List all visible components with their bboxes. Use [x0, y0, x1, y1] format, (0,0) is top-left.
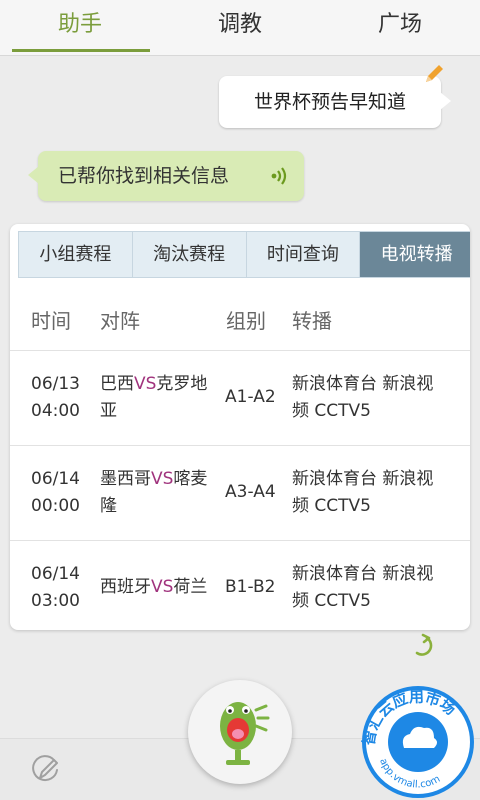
row-date: 06/13 [31, 374, 80, 394]
pencil-icon[interactable] [422, 62, 446, 86]
assistant-reply-bubble: 已帮你找到相关信息 [28, 151, 304, 201]
row-time: 00:00 [31, 496, 80, 516]
row-date: 06/14 [31, 469, 80, 489]
voice-input-button[interactable] [188, 680, 292, 784]
table-row[interactable]: 06/14 03:00 西班牙VS荷兰 B1-B2 新浪体育台 新浪视 频 CC… [10, 540, 470, 630]
team-away: 喀麦 [173, 469, 208, 489]
subtab-tv-broadcast[interactable]: 电视转播 [360, 232, 470, 277]
top-tab-bar: 助手 调教 广场 [0, 0, 480, 56]
app-market-watermark: 智汇云应用市场 app.vmall.com [360, 686, 474, 798]
header-broadcast: 转播 [292, 309, 332, 333]
team-away-cont: 亚 [100, 401, 117, 421]
mic-icon [220, 702, 270, 765]
header-group: 组别 [226, 309, 266, 333]
topbar-divider [0, 55, 480, 56]
edit-icon[interactable] [30, 754, 62, 786]
row-time: 04:00 [31, 401, 80, 421]
table-row[interactable]: 06/13 04:00 巴西VS克罗地 亚 A1-A2 新浪体育台 新浪视 频 … [10, 350, 470, 445]
team-home: 西班牙 [100, 577, 151, 597]
row-match: 巴西VS克罗地 亚 [100, 371, 220, 425]
broadcast-line2: 频 CCTV5 [292, 401, 371, 421]
team-away: 荷兰 [173, 577, 208, 597]
row-date-time: 06/14 00:00 [31, 466, 80, 520]
row-broadcast: 新浪体育台 新浪视 频 CCTV5 [292, 561, 462, 615]
broadcast-line1: 新浪体育台 新浪视 [292, 469, 434, 489]
broadcast-line1: 新浪体育台 新浪视 [292, 374, 434, 394]
row-group: B1-B2 [225, 577, 276, 597]
vs-label: VS [151, 577, 174, 597]
row-group: A1-A2 [225, 387, 276, 407]
subtab-knockout-schedule[interactable]: 淘汰赛程 [132, 232, 247, 277]
row-group: A3-A4 [225, 482, 276, 502]
row-date: 06/14 [31, 564, 80, 584]
reply-text: 已帮你找到相关信息 [58, 165, 230, 187]
table-row[interactable]: 06/14 00:00 墨西哥VS喀麦 隆 A3-A4 新浪体育台 新浪视 频 … [10, 445, 470, 540]
result-card: 小组赛程 淘汰赛程 时间查询 电视转播 时间 对阵 组别 转播 06/13 04… [10, 224, 470, 630]
row-date-time: 06/14 03:00 [31, 561, 80, 615]
team-home: 墨西哥 [100, 469, 151, 489]
broadcast-line2: 频 CCTV5 [292, 496, 371, 516]
user-query-bubble[interactable]: 世界杯预告早知道 [219, 76, 451, 128]
team-away: 克罗地 [156, 374, 208, 394]
tab-training[interactable]: 调教 [160, 0, 320, 56]
row-match: 西班牙VS荷兰 [100, 574, 220, 601]
table-header: 时间 对阵 组别 转播 [10, 292, 470, 350]
row-match: 墨西哥VS喀麦 隆 [100, 466, 220, 520]
row-time: 03:00 [31, 591, 80, 611]
vs-label: VS [134, 374, 157, 394]
row-broadcast: 新浪体育台 新浪视 频 CCTV5 [292, 371, 462, 425]
team-away-cont: 隆 [100, 496, 117, 516]
vs-label: VS [151, 469, 174, 489]
header-match: 对阵 [100, 309, 140, 333]
subtab-group-schedule[interactable]: 小组赛程 [19, 232, 133, 277]
refresh-icon[interactable] [408, 632, 436, 660]
tab-assistant[interactable]: 助手 [0, 0, 160, 56]
speaker-icon[interactable] [270, 166, 290, 186]
tab-plaza[interactable]: 广场 [320, 0, 480, 56]
header-time: 时间 [31, 309, 71, 333]
schedule-subtabs: 小组赛程 淘汰赛程 时间查询 电视转播 [18, 231, 470, 278]
row-date-time: 06/13 04:00 [31, 371, 80, 425]
team-home: 巴西 [100, 374, 134, 394]
row-broadcast: 新浪体育台 新浪视 频 CCTV5 [292, 466, 462, 520]
broadcast-line1: 新浪体育台 新浪视 [292, 564, 434, 584]
subtab-time-query[interactable]: 时间查询 [246, 232, 361, 277]
broadcast-line2: 频 CCTV5 [292, 591, 371, 611]
